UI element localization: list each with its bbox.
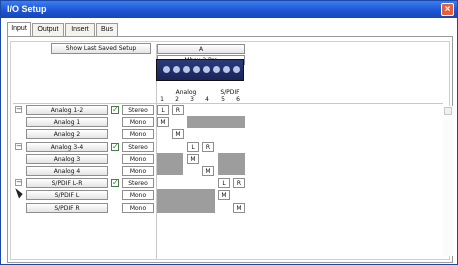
channel-format-label[interactable]: Mono: [122, 202, 154, 213]
channel-name-button[interactable]: Analog 2: [26, 129, 108, 140]
channel-format-label[interactable]: Mono: [122, 153, 154, 164]
scrollbar-thumb[interactable]: [444, 107, 452, 115]
channel-name-button[interactable]: Analog 1: [26, 117, 108, 128]
assignment-cell[interactable]: R: [202, 141, 214, 152]
collapse-toggle[interactable]: −: [15, 106, 22, 113]
assignment-cell[interactable]: M: [157, 117, 169, 128]
col-number: 2: [175, 96, 179, 103]
unavailable-cells: [157, 189, 215, 213]
assignment-cell[interactable]: M: [202, 166, 214, 176]
vertical-scrollbar[interactable]: [443, 106, 454, 256]
channel-a-button[interactable]: A: [157, 44, 245, 54]
channel-format-label[interactable]: Mono: [122, 117, 154, 128]
collapse-toggle[interactable]: −: [15, 142, 22, 150]
window-title: I/O Setup: [7, 4, 47, 14]
channel-format-label[interactable]: Stereo: [122, 178, 154, 189]
io-setup-window: I/O Setup × Input Output Insert Bus Show…: [0, 0, 458, 265]
channel-format-label[interactable]: Mono: [122, 129, 154, 140]
channel-name-button[interactable]: Analog 3-4: [26, 141, 108, 152]
title-bar[interactable]: I/O Setup ×: [1, 1, 457, 18]
channel-format-label[interactable]: Stereo: [122, 141, 154, 152]
unavailable-cells: [218, 153, 245, 175]
col-number: 4: [205, 96, 209, 103]
collapse-toggle[interactable]: −: [15, 179, 22, 187]
mbox-2-pro-device-image: [156, 59, 244, 81]
channel-active-checkbox[interactable]: ✓: [111, 106, 119, 114]
channel-name-button[interactable]: S/PDIF L-R: [26, 178, 108, 189]
channel-active-checkbox[interactable]: ✓: [111, 179, 119, 188]
tab-insert[interactable]: Insert: [65, 23, 95, 37]
tab-input[interactable]: Input: [7, 22, 31, 37]
channel-name-button[interactable]: Analog 1-2: [26, 105, 108, 115]
show-last-saved-setup-button[interactable]: Show Last Saved Setup: [51, 43, 151, 54]
channel-name-button[interactable]: Analog 4: [26, 166, 108, 176]
assignment-cell[interactable]: L: [218, 178, 230, 189]
assignment-cell[interactable]: L: [157, 105, 169, 115]
unavailable-cells: [187, 116, 245, 128]
col-number: 3: [190, 96, 194, 103]
assignment-cell[interactable]: M: [218, 190, 230, 201]
col-number: 5: [221, 96, 225, 103]
channel-format-label[interactable]: Mono: [122, 190, 154, 201]
grid-header-separator: [13, 103, 443, 104]
assignment-cell[interactable]: M: [233, 202, 245, 213]
analog-group-label: Analog: [175, 89, 197, 96]
channel-format-label[interactable]: Stereo: [122, 105, 154, 115]
tab-output[interactable]: Output: [32, 23, 64, 37]
assignment-cell[interactable]: R: [233, 178, 245, 189]
channel-active-checkbox[interactable]: ✓: [111, 142, 119, 151]
col-number: 1: [160, 96, 164, 103]
assignment-cell[interactable]: L: [187, 141, 199, 152]
channel-name-button[interactable]: S/PDIF R: [26, 202, 108, 213]
assignment-cell[interactable]: M: [172, 129, 184, 140]
close-button[interactable]: ×: [441, 3, 454, 16]
channel-format-label[interactable]: Mono: [122, 166, 154, 176]
spdif-group-label: S/PDIF: [220, 89, 240, 96]
tab-bus[interactable]: Bus: [96, 23, 118, 37]
assignment-cell[interactable]: M: [187, 153, 199, 164]
channel-name-button[interactable]: Analog 3: [26, 153, 108, 164]
assignment-cell[interactable]: R: [172, 105, 184, 115]
col-number: 6: [236, 96, 240, 103]
unavailable-cells: [157, 153, 183, 175]
channel-name-button[interactable]: S/PDIF L: [26, 190, 108, 201]
